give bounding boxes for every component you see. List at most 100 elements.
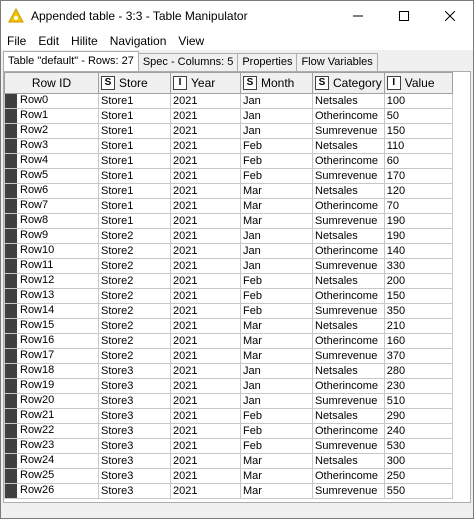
cell-year[interactable]: 2021 — [170, 468, 241, 484]
cell-month[interactable]: Feb — [240, 408, 313, 424]
row-id-cell[interactable]: Row23 — [4, 438, 99, 454]
row-id-cell[interactable]: Row24 — [4, 453, 99, 469]
table-row[interactable]: Row20 Store3 2021 Jan Sumrevenue 510 — [4, 393, 453, 409]
table-row[interactable]: Row24 Store3 2021 Mar Netsales 300 — [4, 453, 453, 469]
table-row[interactable]: Row22 Store3 2021 Feb Otherincome 240 — [4, 423, 453, 439]
row-id-cell[interactable]: Row17 — [4, 348, 99, 364]
cell-category[interactable]: Otherincome — [312, 288, 385, 304]
row-id-cell[interactable]: Row6 — [4, 183, 99, 199]
cell-value[interactable]: 510 — [383, 393, 453, 409]
table-row[interactable]: Row21 Store3 2021 Feb Netsales 290 — [4, 408, 453, 424]
cell-store[interactable]: Store2 — [98, 303, 171, 319]
cell-value[interactable]: 290 — [383, 408, 453, 424]
table-row[interactable]: Row9 Store2 2021 Jan Netsales 190 — [4, 228, 453, 244]
cell-value[interactable]: 60 — [383, 153, 453, 169]
cell-year[interactable]: 2021 — [170, 393, 241, 409]
cell-store[interactable]: Store2 — [98, 258, 171, 274]
cell-store[interactable]: Store3 — [98, 408, 171, 424]
table-row[interactable]: Row19 Store3 2021 Jan Otherincome 230 — [4, 378, 453, 394]
cell-category[interactable]: Netsales — [312, 93, 385, 109]
cell-month[interactable]: Jan — [240, 258, 313, 274]
table-row[interactable]: Row2 Store1 2021 Jan Sumrevenue 150 — [4, 123, 453, 139]
row-id-cell[interactable]: Row25 — [4, 468, 99, 484]
cell-month[interactable]: Feb — [240, 288, 313, 304]
cell-store[interactable]: Store1 — [98, 213, 171, 229]
cell-value[interactable]: 150 — [383, 288, 453, 304]
cell-month[interactable]: Feb — [240, 423, 313, 439]
row-id-cell[interactable]: Row18 — [4, 363, 99, 379]
table-row[interactable]: Row3 Store1 2021 Feb Netsales 110 — [4, 138, 453, 154]
row-id-cell[interactable]: Row12 — [4, 273, 99, 289]
table-row[interactable]: Row10 Store2 2021 Jan Otherincome 140 — [4, 243, 453, 259]
row-id-cell[interactable]: Row19 — [4, 378, 99, 394]
cell-year[interactable]: 2021 — [170, 168, 241, 184]
cell-store[interactable]: Store1 — [98, 198, 171, 214]
cell-store[interactable]: Store1 — [98, 108, 171, 124]
table-row[interactable]: Row1 Store1 2021 Jan Otherincome 50 — [4, 108, 453, 124]
cell-value[interactable]: 330 — [383, 258, 453, 274]
cell-month[interactable]: Jan — [240, 363, 313, 379]
table-row[interactable]: Row13 Store2 2021 Feb Otherincome 150 — [4, 288, 453, 304]
cell-store[interactable]: Store2 — [98, 228, 171, 244]
cell-value[interactable]: 250 — [383, 468, 453, 484]
menu-hilite[interactable]: Hilite — [65, 34, 104, 48]
cell-month[interactable]: Mar — [240, 318, 313, 334]
cell-month[interactable]: Feb — [240, 138, 313, 154]
cell-store[interactable]: Store2 — [98, 273, 171, 289]
column-header-category[interactable]: S Category — [312, 72, 385, 94]
menu-file[interactable]: File — [1, 34, 32, 48]
cell-value[interactable]: 550 — [383, 483, 453, 499]
cell-value[interactable]: 210 — [383, 318, 453, 334]
cell-year[interactable]: 2021 — [170, 408, 241, 424]
row-id-cell[interactable]: Row11 — [4, 258, 99, 274]
cell-month[interactable]: Jan — [240, 93, 313, 109]
cell-year[interactable]: 2021 — [170, 213, 241, 229]
cell-category[interactable]: Otherincome — [312, 333, 385, 349]
cell-year[interactable]: 2021 — [170, 318, 241, 334]
cell-month[interactable]: Feb — [240, 273, 313, 289]
table-row[interactable]: Row11 Store2 2021 Jan Sumrevenue 330 — [4, 258, 453, 274]
row-id-cell[interactable]: Row22 — [4, 423, 99, 439]
cell-value[interactable]: 120 — [383, 183, 453, 199]
row-id-cell[interactable]: Row3 — [4, 138, 99, 154]
column-header-value[interactable]: I Value — [383, 72, 453, 94]
row-id-cell[interactable]: Row15 — [4, 318, 99, 334]
cell-category[interactable]: Sumrevenue — [312, 123, 385, 139]
cell-year[interactable]: 2021 — [170, 423, 241, 439]
cell-month[interactable]: Mar — [240, 468, 313, 484]
menu-edit[interactable]: Edit — [32, 34, 65, 48]
cell-value[interactable]: 170 — [383, 168, 453, 184]
cell-value[interactable]: 190 — [383, 228, 453, 244]
tab-table-default[interactable]: Table "default" - Rows: 27 — [3, 51, 139, 71]
cell-store[interactable]: Store2 — [98, 348, 171, 364]
table-row[interactable]: Row8 Store1 2021 Mar Sumrevenue 190 — [4, 213, 453, 229]
cell-month[interactable]: Feb — [240, 168, 313, 184]
table-row[interactable]: Row25 Store3 2021 Mar Otherincome 250 — [4, 468, 453, 484]
row-id-cell[interactable]: Row20 — [4, 393, 99, 409]
cell-year[interactable]: 2021 — [170, 183, 241, 199]
cell-year[interactable]: 2021 — [170, 198, 241, 214]
cell-value[interactable]: 200 — [383, 273, 453, 289]
cell-store[interactable]: Store3 — [98, 363, 171, 379]
cell-year[interactable]: 2021 — [170, 93, 241, 109]
cell-store[interactable]: Store3 — [98, 438, 171, 454]
cell-value[interactable]: 110 — [383, 138, 453, 154]
cell-category[interactable]: Sumrevenue — [312, 168, 385, 184]
cell-category[interactable]: Sumrevenue — [312, 303, 385, 319]
cell-category[interactable]: Otherincome — [312, 468, 385, 484]
cell-category[interactable]: Netsales — [312, 408, 385, 424]
column-header-year[interactable]: I Year — [170, 72, 241, 94]
row-id-cell[interactable]: Row8 — [4, 213, 99, 229]
cell-category[interactable]: Otherincome — [312, 243, 385, 259]
table-row[interactable]: Row17 Store2 2021 Mar Sumrevenue 370 — [4, 348, 453, 364]
cell-value[interactable]: 100 — [383, 93, 453, 109]
row-id-cell[interactable]: Row4 — [4, 153, 99, 169]
cell-month[interactable]: Mar — [240, 213, 313, 229]
table-row[interactable]: Row23 Store3 2021 Feb Sumrevenue 530 — [4, 438, 453, 454]
cell-store[interactable]: Store2 — [98, 318, 171, 334]
cell-category[interactable]: Netsales — [312, 228, 385, 244]
column-header-store[interactable]: S Store — [98, 72, 171, 94]
cell-month[interactable]: Mar — [240, 183, 313, 199]
row-id-cell[interactable]: Row7 — [4, 198, 99, 214]
cell-store[interactable]: Store1 — [98, 138, 171, 154]
